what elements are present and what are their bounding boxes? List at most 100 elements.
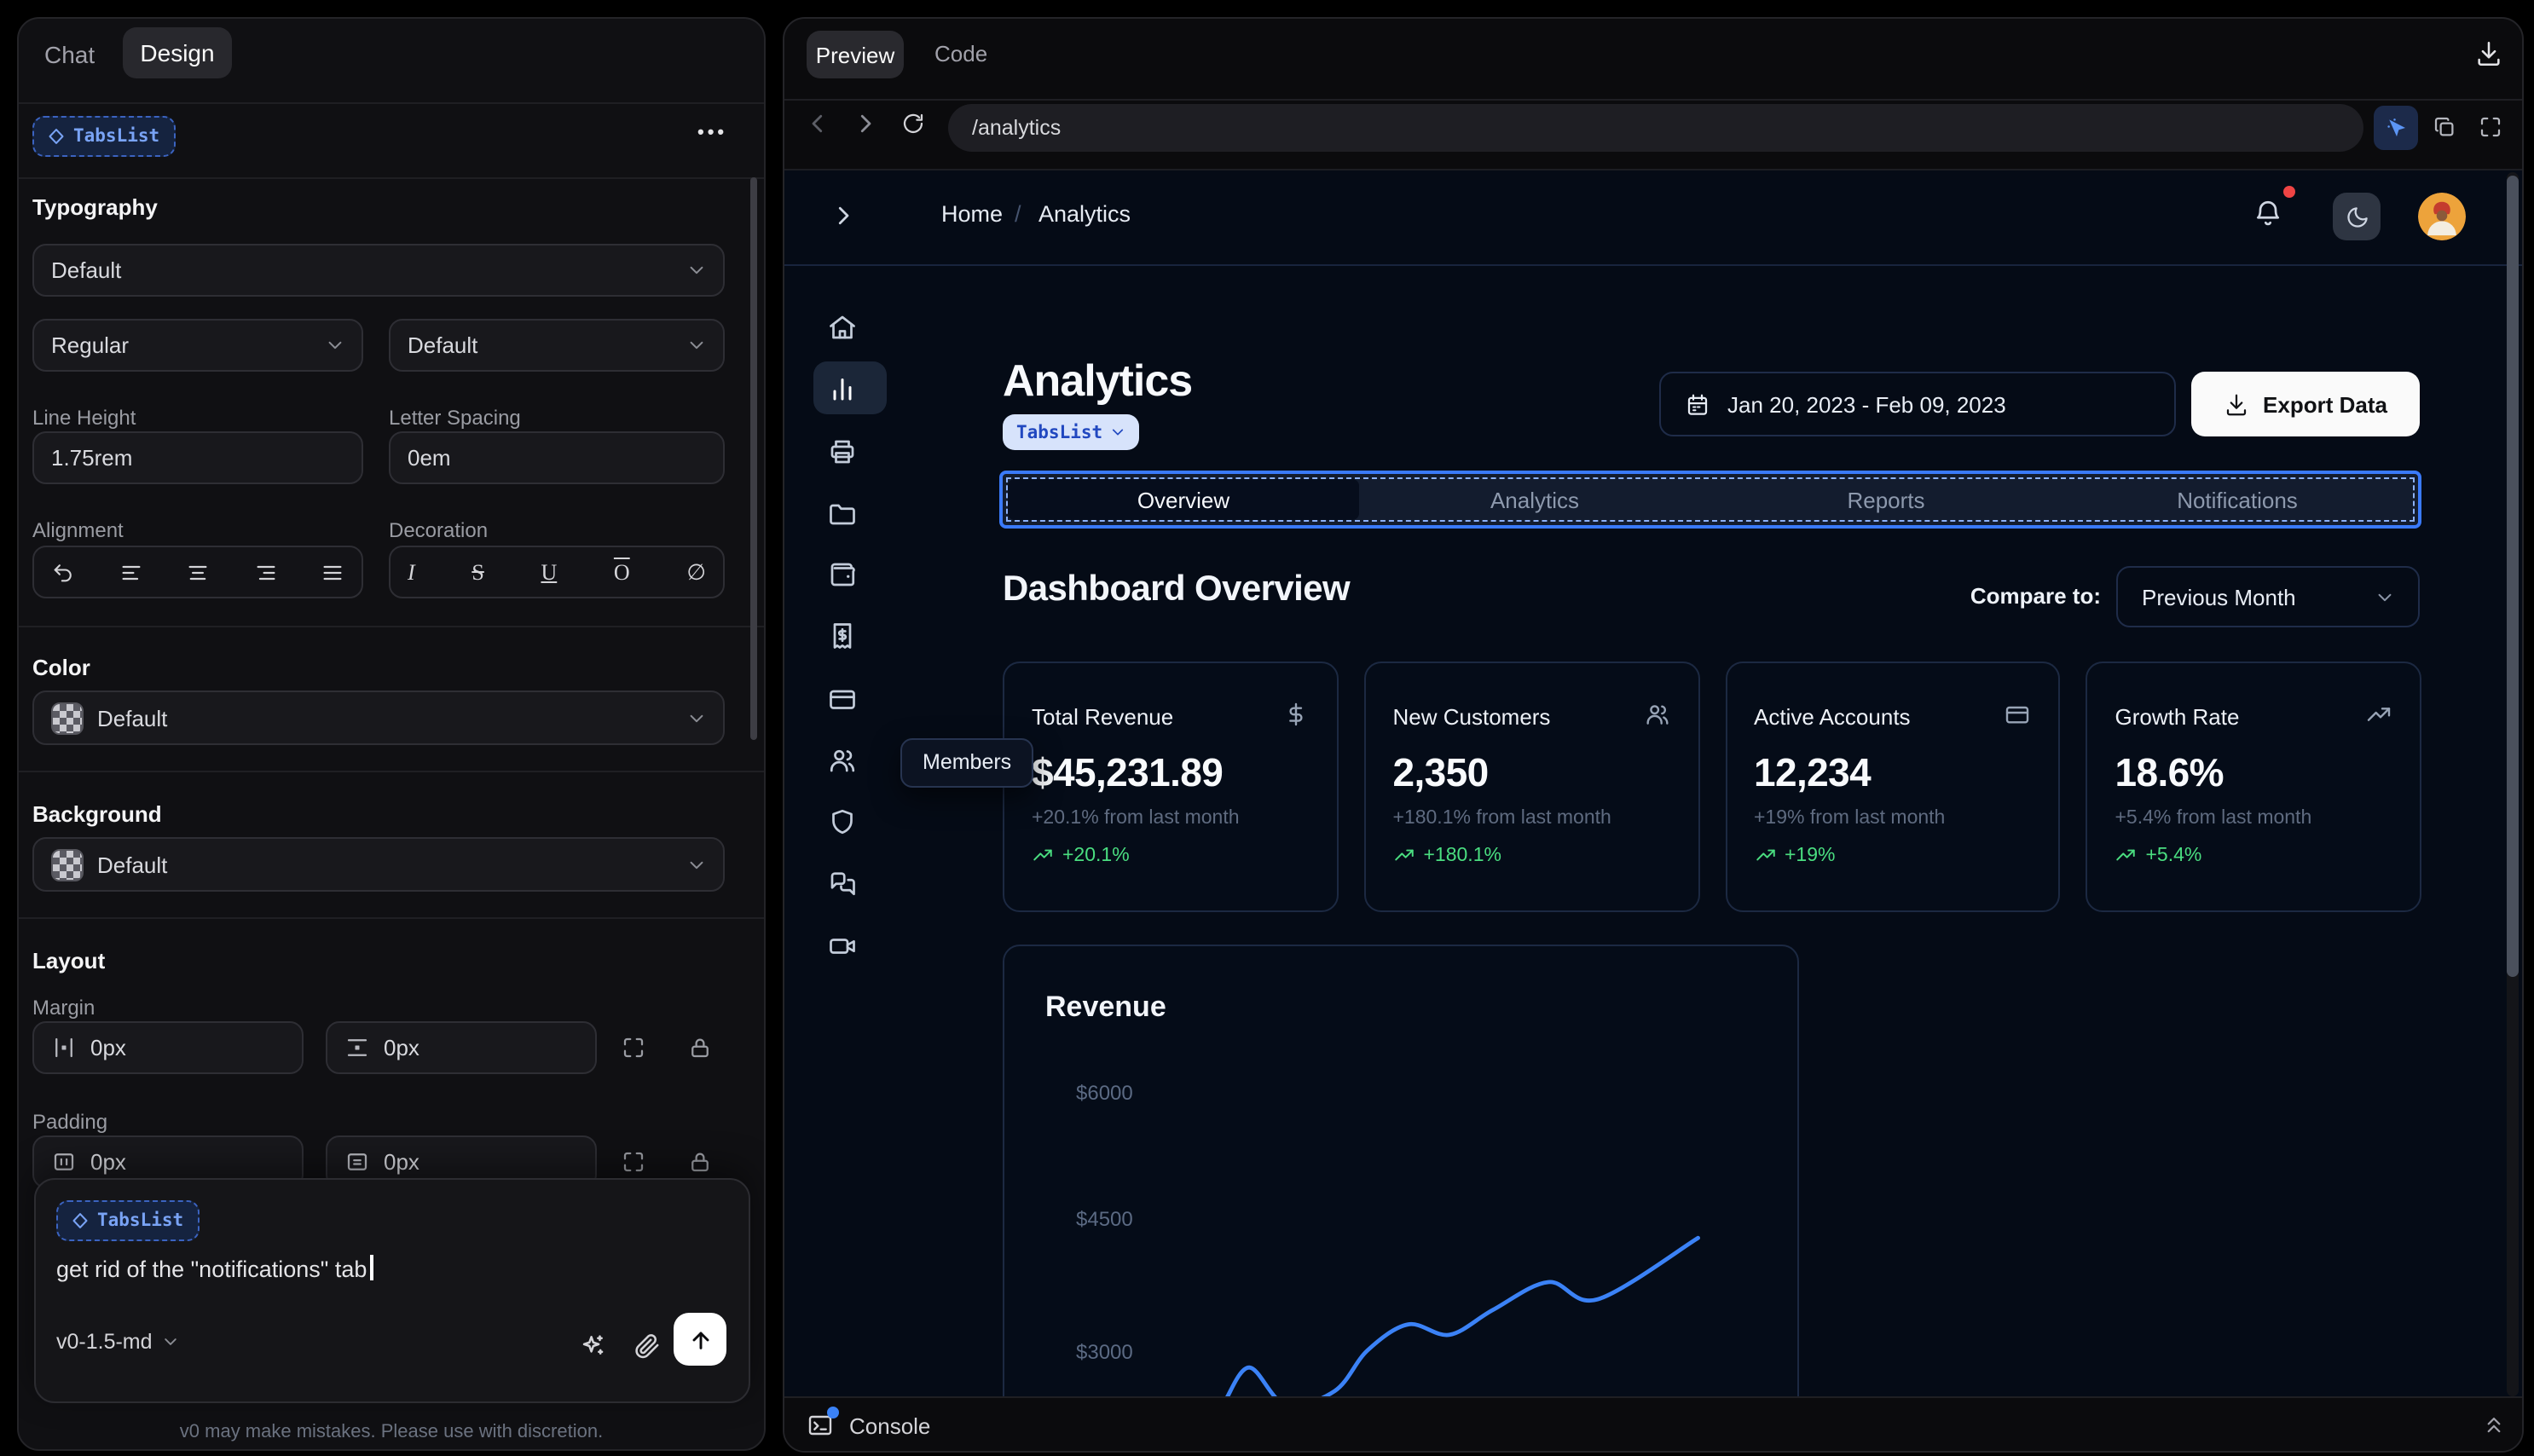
user-avatar[interactable] (2418, 193, 2466, 240)
font-family-value: Default (51, 257, 122, 283)
sidebar-analytics-icon[interactable] (827, 373, 858, 404)
line-height-input[interactable]: 1.75rem (32, 431, 363, 484)
tab-overview[interactable]: Overview (1008, 479, 1359, 520)
console-bar[interactable]: Console (784, 1396, 2522, 1451)
selected-component-chip[interactable]: TabsList (32, 116, 176, 157)
date-range-value: Jan 20, 2023 - Feb 09, 2023 (1727, 391, 2006, 417)
sidebar-expand-icon[interactable] (830, 203, 856, 228)
inspect-pointer-button[interactable] (2374, 106, 2418, 150)
send-button[interactable] (674, 1313, 726, 1366)
margin-y-input[interactable]: 0px (326, 1021, 597, 1074)
chat-composer[interactable]: TabsList get rid of the "notifications" … (34, 1178, 750, 1403)
compare-select[interactable]: Previous Month (2116, 566, 2420, 627)
no-decoration-icon[interactable]: ∅ (686, 558, 706, 586)
overline-icon[interactable]: O (614, 558, 630, 586)
revenue-chart-card: Revenue $6000 $4500 $3000 (1003, 945, 1799, 1398)
tab-analytics[interactable]: Analytics (1359, 479, 1710, 520)
margin-expand-icon[interactable] (621, 1035, 646, 1060)
breadcrumb-current: Analytics (1038, 201, 1131, 227)
sidebar-home-icon[interactable] (827, 312, 858, 343)
line-height-value: 1.75rem (51, 445, 133, 471)
sidebar-billing-icon[interactable] (827, 684, 858, 714)
fullscreen-icon[interactable] (2478, 114, 2503, 140)
credit-card-icon (2005, 701, 2032, 728)
tab-code[interactable]: Code (934, 41, 987, 66)
stats-row: Total Revenue $45,231.89 +20.1% from las… (1003, 662, 2421, 912)
color-select[interactable]: Default (32, 690, 725, 745)
component-diamond-icon (48, 128, 65, 145)
font-family-select[interactable]: Default (32, 244, 725, 297)
tab-notifications[interactable]: Notifications (2062, 479, 2413, 520)
console-expand-icon[interactable] (2481, 1412, 2507, 1437)
trending-up-icon (1393, 844, 1415, 866)
console-notification-dot (827, 1407, 839, 1418)
padding-expand-icon[interactable] (621, 1149, 646, 1175)
chevron-down-icon (687, 336, 706, 355)
padding-label: Padding (32, 1110, 108, 1134)
theme-toggle-button[interactable] (2333, 193, 2381, 240)
copy-icon[interactable] (2432, 114, 2457, 140)
background-select[interactable]: Default (32, 837, 725, 892)
more-options-button[interactable]: ••• (697, 123, 727, 143)
composer-message-input[interactable]: get rid of the "notifications" tab (56, 1255, 373, 1282)
badge-label: TabsList (1016, 422, 1103, 442)
padding-lock-icon[interactable] (687, 1149, 713, 1175)
date-range-button[interactable]: Jan 20, 2023 - Feb 09, 2023 (1659, 372, 2176, 436)
color-swatch (51, 702, 84, 734)
divider (19, 626, 764, 627)
line-height-label: Line Height (32, 406, 136, 430)
revenue-line-chart (1224, 1235, 1700, 1398)
stat-title: Total Revenue (1032, 704, 1174, 730)
italic-icon[interactable]: I (408, 558, 415, 586)
nav-back-icon[interactable] (805, 111, 830, 136)
align-right-icon[interactable] (253, 560, 277, 584)
underline-icon[interactable]: U (541, 558, 557, 586)
sidebar-video-icon[interactable] (827, 931, 858, 962)
undo-icon[interactable] (51, 560, 75, 584)
strikethrough-icon[interactable]: S (472, 558, 483, 586)
sidebar-receipt-icon[interactable] (827, 621, 858, 651)
bell-icon[interactable] (2253, 198, 2283, 228)
composer-chip-label: TabsList (97, 1210, 184, 1231)
model-select[interactable]: v0-1.5-md (56, 1330, 180, 1354)
moon-icon (2344, 204, 2369, 229)
compare-to-label: Compare to: (1970, 583, 2101, 609)
sparkles-icon[interactable] (578, 1332, 607, 1361)
breadcrumb-home[interactable]: Home (941, 201, 1003, 227)
tab-chat[interactable]: Chat (44, 34, 95, 75)
letter-spacing-value: 0em (408, 445, 451, 471)
sidebar-messages-icon[interactable] (827, 868, 858, 898)
refresh-icon[interactable] (900, 111, 926, 136)
download-icon[interactable] (2474, 39, 2503, 68)
app-scrollbar-thumb[interactable] (2507, 176, 2519, 977)
align-justify-icon[interactable] (321, 560, 344, 584)
panel-scrollbar[interactable] (750, 177, 757, 740)
stat-trend: +5.4% (2145, 845, 2202, 865)
tab-preview[interactable]: Preview (807, 31, 904, 78)
trending-up-icon (1754, 844, 1776, 866)
align-center-icon[interactable] (186, 560, 210, 584)
composer-component-chip[interactable]: TabsList (56, 1200, 200, 1241)
nav-forward-icon[interactable] (853, 111, 878, 136)
font-weight-select[interactable]: Regular (32, 319, 363, 372)
typography-section-label: Typography (32, 194, 158, 220)
url-input[interactable]: /analytics (948, 104, 2363, 152)
selected-component-badge[interactable]: TabsList (1003, 414, 1139, 450)
divider (784, 99, 2522, 101)
sidebar-members-icon[interactable] (827, 745, 858, 776)
sidebar-printer-icon[interactable] (827, 436, 858, 467)
chevron-down-icon (163, 1333, 180, 1350)
sidebar-security-icon[interactable] (827, 806, 858, 837)
tab-design[interactable]: Design (123, 27, 232, 78)
letter-spacing-input[interactable]: 0em (389, 431, 725, 484)
attach-icon[interactable] (633, 1332, 662, 1361)
align-left-icon[interactable] (119, 560, 142, 584)
margin-lock-icon[interactable] (687, 1035, 713, 1060)
export-data-button[interactable]: Export Data (2191, 372, 2420, 436)
tab-reports[interactable]: Reports (1710, 479, 2062, 520)
font-size-select[interactable]: Default (389, 319, 725, 372)
sidebar-wallet-icon[interactable] (827, 559, 858, 590)
margin-x-input[interactable]: 0px (32, 1021, 304, 1074)
padding-y-icon (344, 1149, 370, 1175)
sidebar-folder-icon[interactable] (827, 498, 858, 529)
